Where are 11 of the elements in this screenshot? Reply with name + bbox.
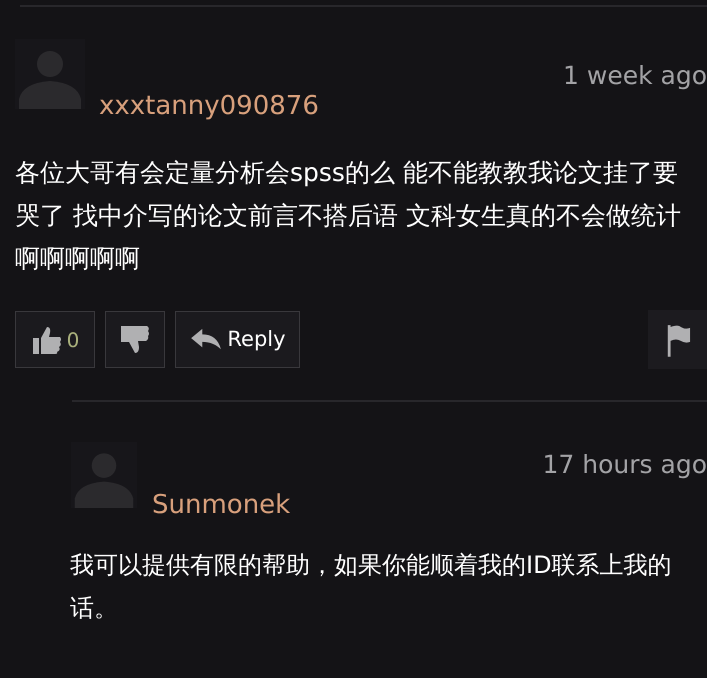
reply-button[interactable]: Reply — [175, 311, 300, 368]
timestamp: 17 hours ago — [542, 452, 707, 477]
username[interactable]: Sunmonek — [152, 492, 290, 518]
comment-text: 各位大哥有会定量分析会spss的么 能不能教教我论文挂了要哭了 找中介写的论文前言不搭后语 文科女生真的不会做统计啊啊啊啊啊 — [15, 157, 682, 275]
thumbs-down-icon — [119, 324, 151, 356]
timestamp: 1 week ago — [563, 63, 707, 88]
username[interactable]: xxxtanny090876 — [99, 93, 319, 119]
like-button[interactable]: 0 — [15, 311, 95, 368]
comment-text: 我可以提供有限的帮助，如果你能顺着我的ID联系上我的话。 — [70, 550, 673, 624]
dislike-button[interactable] — [105, 311, 165, 368]
flag-button[interactable] — [648, 310, 707, 369]
